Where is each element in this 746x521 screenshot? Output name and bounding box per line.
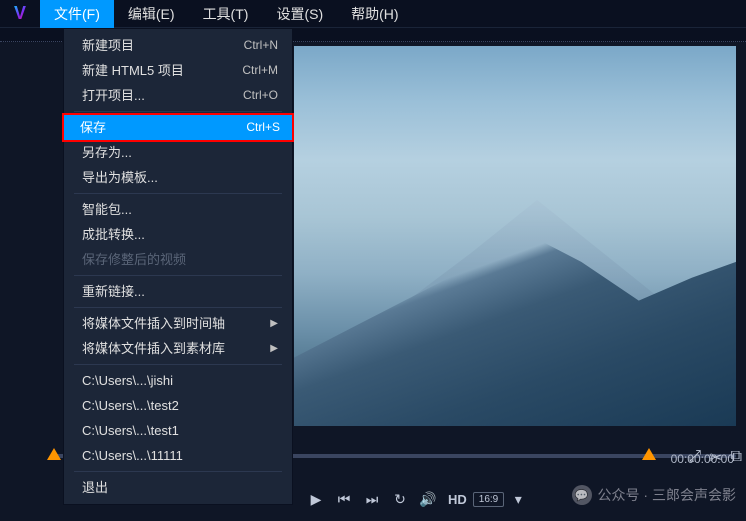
- menu-exit[interactable]: 退出: [64, 475, 292, 500]
- menu-recent-1[interactable]: C:\Users\...\jishi: [64, 368, 292, 393]
- menu-help[interactable]: 帮助(H): [337, 0, 412, 28]
- timeline-end-marker[interactable]: [642, 448, 656, 460]
- watermark-text: 公众号 · 三郎会声会影: [598, 485, 736, 505]
- menu-item-label: C:\Users\...\test2: [82, 396, 179, 415]
- menu-item-label: 保存修整后的视频: [82, 250, 186, 269]
- menu-item-shortcut: Ctrl+S: [246, 118, 280, 137]
- preview-canvas: [294, 46, 736, 426]
- menu-save-trimmed: 保存修整后的视频: [64, 247, 292, 272]
- play-button[interactable]: ▶: [302, 485, 330, 513]
- menu-item-label: C:\Users\...\11111: [82, 446, 183, 465]
- menu-separator: [74, 471, 282, 472]
- menu-separator: [74, 307, 282, 308]
- menu-item-label: 将媒体文件插入到时间轴: [82, 314, 225, 333]
- menu-recent-2[interactable]: C:\Users\...\test2: [64, 393, 292, 418]
- timestamp-display: 00:00:00.00: [671, 452, 734, 466]
- menu-item-shortcut: Ctrl+M: [242, 61, 278, 80]
- repeat-button[interactable]: ↻: [386, 485, 414, 513]
- menu-smart-pack[interactable]: 智能包...: [64, 197, 292, 222]
- menu-item-label: 重新链接...: [82, 282, 145, 301]
- menu-export-template[interactable]: 导出为模板...: [64, 165, 292, 190]
- ratio-dropdown-icon[interactable]: ▾: [504, 485, 532, 513]
- hd-toggle[interactable]: HD: [442, 485, 473, 513]
- menu-open-project[interactable]: 打开项目... Ctrl+O: [64, 83, 292, 108]
- file-menu-dropdown: 新建项目 Ctrl+N 新建 HTML5 项目 Ctrl+M 打开项目... C…: [63, 28, 293, 505]
- menu-item-shortcut: Ctrl+N: [244, 36, 278, 55]
- menu-batch-convert[interactable]: 成批转换...: [64, 222, 292, 247]
- menu-new-project[interactable]: 新建项目 Ctrl+N: [64, 33, 292, 58]
- menu-save-as[interactable]: 另存为...: [64, 140, 292, 165]
- submenu-arrow-icon: ▶: [270, 314, 278, 333]
- menu-item-label: 导出为模板...: [82, 168, 158, 187]
- prev-frame-button[interactable]: ⏮: [330, 485, 358, 513]
- volume-button[interactable]: 🔊: [414, 485, 442, 513]
- menu-separator: [74, 193, 282, 194]
- video-preview: [294, 46, 736, 426]
- menu-item-shortcut: Ctrl+O: [243, 86, 278, 105]
- aspect-ratio-selector[interactable]: 16:9: [473, 492, 504, 507]
- menu-file[interactable]: 文件(F): [40, 0, 114, 28]
- menu-edit[interactable]: 编辑(E): [114, 0, 189, 28]
- menu-recent-4[interactable]: C:\Users\...\11111: [64, 443, 292, 468]
- menu-item-label: 成批转换...: [82, 225, 145, 244]
- menu-insert-library[interactable]: 将媒体文件插入到素材库 ▶: [64, 336, 292, 361]
- menu-item-label: 保存: [80, 118, 106, 137]
- menu-item-label: 打开项目...: [82, 86, 145, 105]
- menu-item-label: C:\Users\...\jishi: [82, 371, 173, 390]
- timeline-start-marker[interactable]: [47, 448, 61, 460]
- menu-insert-timeline[interactable]: 将媒体文件插入到时间轴 ▶: [64, 311, 292, 336]
- menu-settings[interactable]: 设置(S): [262, 0, 337, 28]
- menu-separator: [74, 111, 282, 112]
- menu-separator: [74, 364, 282, 365]
- menu-relink[interactable]: 重新链接...: [64, 279, 292, 304]
- menu-tools[interactable]: 工具(T): [189, 0, 263, 28]
- menu-separator: [74, 275, 282, 276]
- menu-item-label: 智能包...: [82, 200, 132, 219]
- menu-item-label: 新建 HTML5 项目: [82, 61, 184, 80]
- menu-item-label: C:\Users\...\test1: [82, 421, 179, 440]
- app-logo: V: [0, 3, 40, 24]
- submenu-arrow-icon: ▶: [270, 339, 278, 358]
- menu-item-label: 另存为...: [82, 143, 132, 162]
- menu-item-label: 退出: [82, 478, 108, 497]
- menu-item-label: 将媒体文件插入到素材库: [82, 339, 225, 358]
- menu-recent-3[interactable]: C:\Users\...\test1: [64, 418, 292, 443]
- wechat-icon: 💬: [572, 485, 592, 505]
- menu-new-html5[interactable]: 新建 HTML5 项目 Ctrl+M: [64, 58, 292, 83]
- menu-item-label: 新建项目: [82, 36, 134, 55]
- watermark: 💬 公众号 · 三郎会声会影: [572, 485, 736, 505]
- menu-save[interactable]: 保存 Ctrl+S: [62, 113, 294, 142]
- next-frame-button[interactable]: ⏭: [358, 485, 386, 513]
